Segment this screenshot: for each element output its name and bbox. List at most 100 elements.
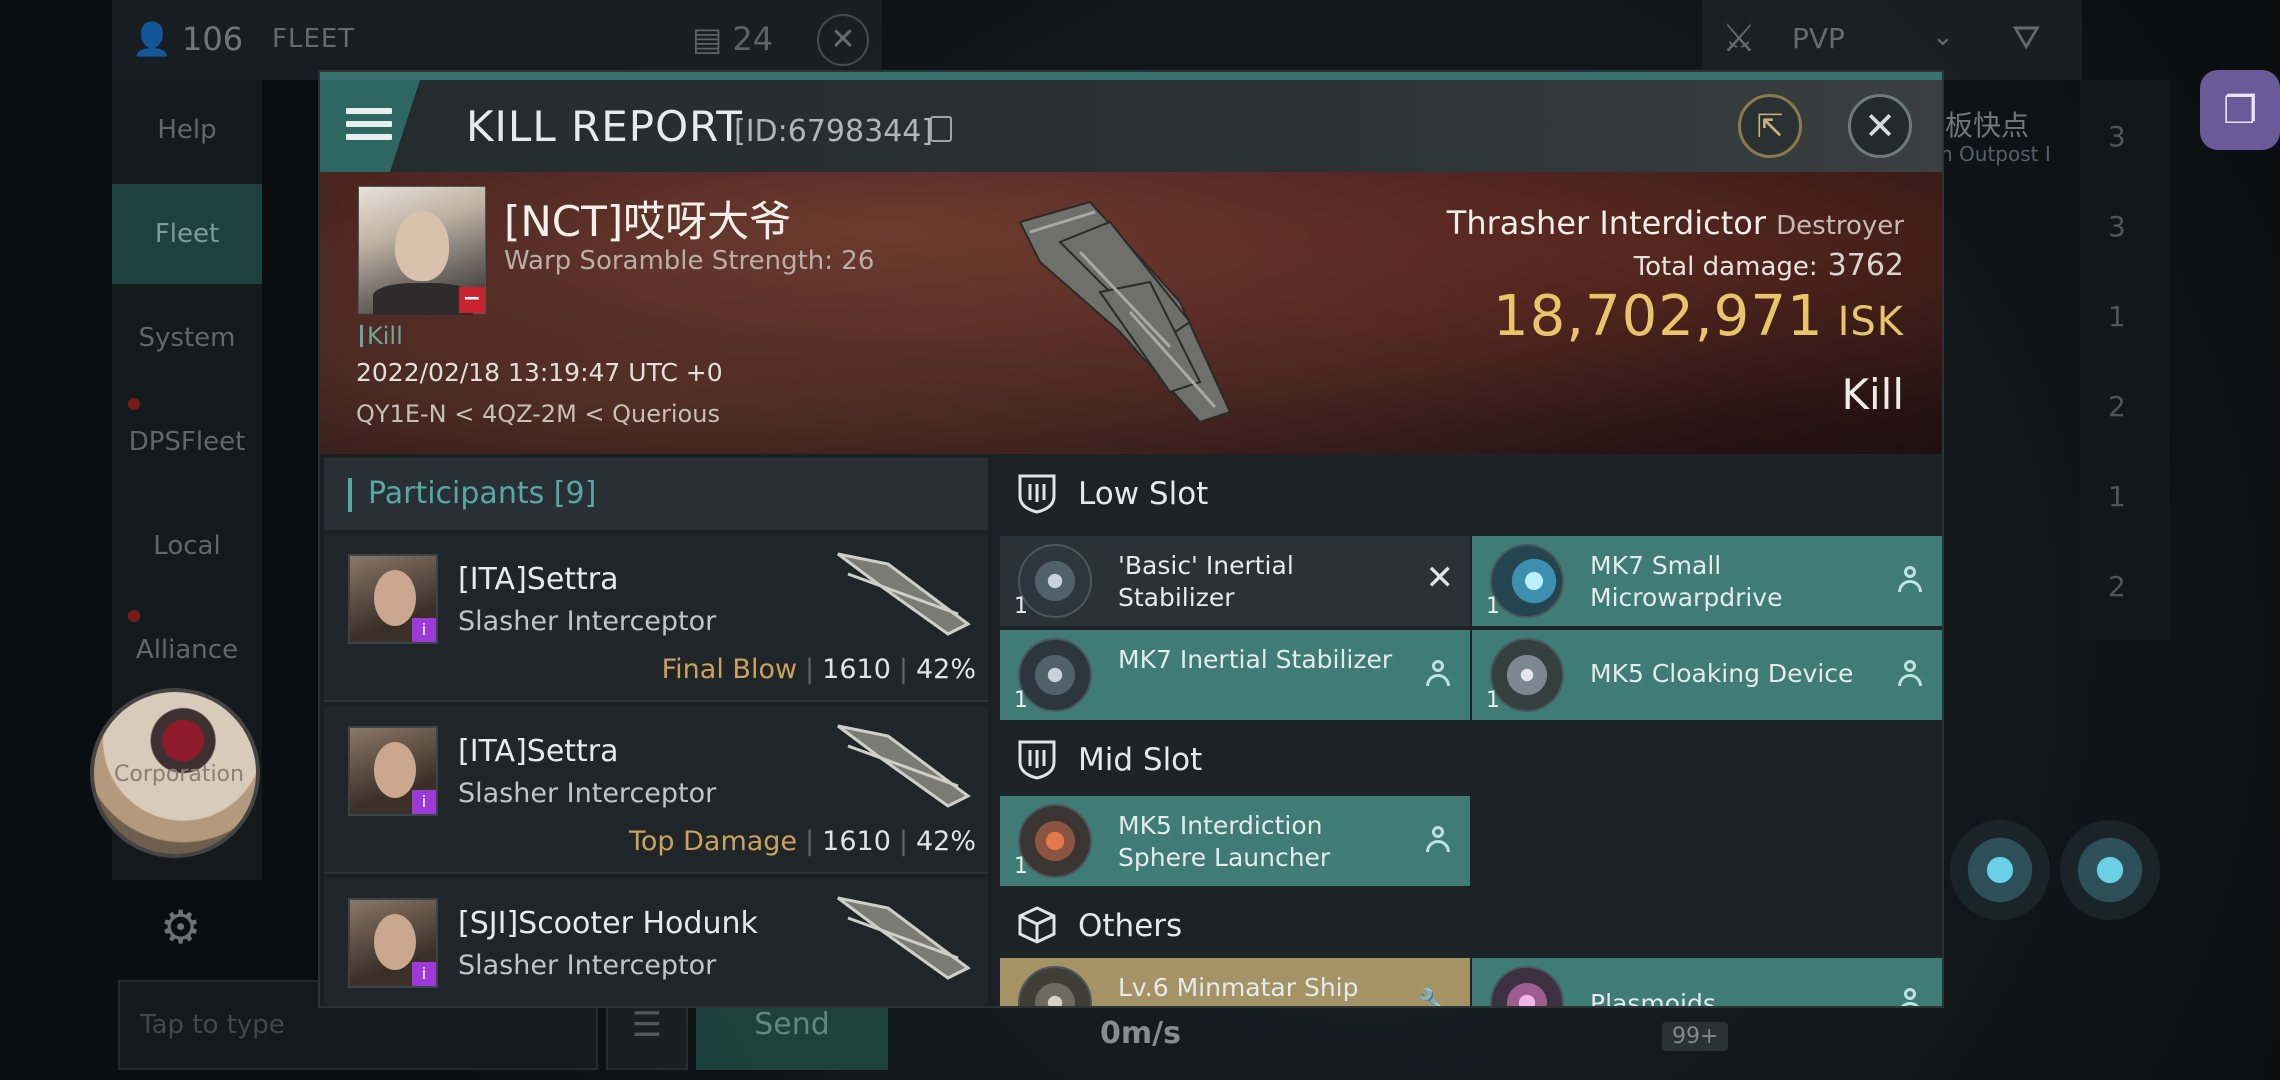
fleet-label: FLEET [272, 24, 356, 54]
ship-class: Destroyer [1776, 211, 1904, 241]
avatar-face [374, 570, 416, 626]
module-name: MK5 Interdiction Sphere Launcher [1118, 811, 1331, 872]
section-low-slot: Low Slot [996, 454, 1942, 532]
dropped-person-icon [1424, 826, 1452, 854]
module-icon [1490, 638, 1564, 712]
dropped-person-icon [1896, 660, 1924, 688]
section-title: Mid Slot [1078, 742, 1203, 778]
pvp-filter-bar[interactable]: ⚔ PVP ⌄ ⛛ [1702, 0, 2082, 80]
participant-row[interactable]: i [ITA]Settra Slasher Interceptor Top Da… [324, 706, 988, 874]
overview-count[interactable]: 1 [2108, 480, 2126, 513]
avatar[interactable]: i [348, 554, 438, 644]
windows-switch-icon[interactable]: ❐ [2200, 70, 2280, 150]
module-item[interactable]: 1 MK7 Small Microwarpdrive [1472, 536, 1942, 626]
module-icon[interactable] [1950, 820, 2050, 920]
station-label: 板快点 [1945, 109, 2030, 142]
overview-count[interactable]: 3 [2108, 210, 2126, 243]
participant-name: [ITA]Settra [458, 562, 619, 597]
module-rack-icons [1950, 810, 2190, 1010]
participant-tag: Final Blow [661, 654, 798, 685]
isk-amount: 18,702,971 [1492, 284, 1824, 349]
sidebar-item-system[interactable]: System [112, 288, 262, 388]
module-name: MK7 Small Microwarpdrive [1590, 551, 1783, 612]
avatar[interactable]: i [348, 898, 438, 988]
close-button[interactable]: ✕ [1848, 94, 1912, 158]
kill-report-modal: KILL REPORT [ID:6798344] ⇱ ✕ − [NCT]哎呀大爷… [318, 70, 1944, 1008]
participant-ship: Slasher Interceptor [458, 606, 717, 637]
shield-icon [1018, 740, 1056, 780]
copy-icon[interactable] [930, 116, 952, 142]
dropped-person-icon [1896, 988, 1924, 1006]
share-icon: ⇱ [1756, 107, 1784, 145]
victim-portrait[interactable]: − [358, 186, 486, 315]
fleet-counter: ▤ 24 [692, 20, 774, 58]
sidebar-item-local[interactable]: Local [112, 496, 262, 596]
wrench-icon: 🔧 [1417, 988, 1450, 1008]
shield-icon [1018, 474, 1056, 514]
share-button[interactable]: ⇱ [1738, 94, 1802, 158]
overview-count[interactable]: 3 [2108, 120, 2126, 153]
module-item[interactable]: Lv.6 Minmatar Ship 🔧 [1000, 958, 1470, 1008]
module-item[interactable]: 1 'Basic' Inertial Stabilizer ✕ [1000, 536, 1470, 626]
avatar-face [374, 914, 416, 970]
participant-ship: Slasher Interceptor [458, 778, 717, 809]
modal-titlebar: KILL REPORT [ID:6798344] ⇱ ✕ [320, 80, 1942, 172]
corporation-avatar[interactable]: Corporation [90, 688, 260, 858]
module-item[interactable]: 1 MK5 Interdiction Sphere Launcher [1000, 796, 1470, 886]
report-id: [ID:6798344] [734, 114, 934, 149]
dropped-person-icon [1896, 566, 1924, 594]
overview-column: 3 3 1 2 1 2 [2080, 80, 2170, 640]
sidebar-item-alliance[interactable]: Alliance [112, 600, 262, 700]
module-item[interactable]: 1 MK5 Cloaking Device [1472, 630, 1942, 720]
kill-result: Kill [1841, 370, 1904, 419]
module-name: Plasmoids [1590, 989, 1716, 1008]
menu-button[interactable] [320, 80, 420, 172]
section-mid-slot: Mid Slot [996, 720, 1942, 798]
participant-tag: Top Damage [628, 826, 798, 857]
crew-count: 👤 106 [132, 20, 244, 58]
module-name: Lv.6 Minmatar Ship [1118, 973, 1359, 1002]
module-icon [1018, 638, 1092, 712]
sidebar-item-help[interactable]: Help [112, 80, 262, 180]
module-icon[interactable] [2060, 820, 2160, 920]
corporation-label: Corporation [114, 762, 244, 787]
victim-name[interactable]: [NCT]哎呀大爷 [504, 188, 791, 249]
avatar[interactable]: i [348, 726, 438, 816]
module-item[interactable]: Plasmoids [1472, 958, 1942, 1008]
ship-name-label: Thrasher Interdictor [1446, 204, 1766, 242]
module-qty: 1 [1486, 594, 1500, 619]
module-icon [1018, 544, 1092, 618]
participant-stats: Final Blow | 1610 | 42% [661, 654, 976, 685]
fleet-close-icon[interactable]: ✕ [817, 14, 869, 66]
module-name: MK7 Inertial Stabilizer [1118, 645, 1393, 674]
participant-row[interactable]: i [SJI]Scooter Hodunk Slasher Intercepto… [324, 878, 988, 1006]
module-icon [1490, 544, 1564, 618]
participants-panel: Participants [9] i [ITA]Settra Slasher I… [320, 454, 992, 1006]
ship-name[interactable]: Thrasher Interdictor Destroyer [1447, 204, 1904, 242]
participant-row[interactable]: i [ITA]Settra Slasher Interceptor Final … [324, 534, 988, 702]
kill-location[interactable]: QY1E-N < 4QZ-2M < Querious [356, 400, 720, 428]
sidebar-item-dpsfleet[interactable]: DPSFleet [112, 392, 262, 492]
station-sub-label: n Outpost I [1940, 142, 2051, 166]
fleet-header-bar: 👤 106 FLEET ▤ 24 ✕ [112, 0, 882, 80]
filter-icon[interactable]: ⛛ [2012, 18, 2041, 58]
module-item[interactable]: 1 MK7 Inertial Stabilizer [1000, 630, 1470, 720]
overview-count[interactable]: 2 [2108, 570, 2126, 603]
speed-readout: 0m/s [1100, 1016, 1181, 1051]
participant-damage: 1610 [822, 826, 891, 857]
overview-count[interactable]: 2 [2108, 390, 2126, 423]
alliance-badge-icon: i [412, 618, 436, 642]
game-screen: 👤 106 FLEET ▤ 24 ✕ ⚔ PVP ⌄ ⛛ 板快点 n Outpo… [0, 0, 2280, 1080]
participants-header: Participants [9] [324, 458, 988, 530]
isk-unit: ISK [1837, 299, 1904, 345]
overview-count[interactable]: 1 [2108, 300, 2126, 333]
victim-summary: − [NCT]哎呀大爷 Warp Soramble Strength: 26 K… [320, 172, 1942, 454]
chevron-down-icon[interactable]: ⌄ [1932, 22, 1954, 52]
kill-tag: Kill [360, 322, 403, 350]
participant-ship-icon [837, 552, 971, 636]
modal-accent-line [320, 72, 1942, 80]
participants-count: [9] [553, 476, 597, 511]
sidebar-item-fleet[interactable]: Fleet [112, 184, 262, 284]
gear-icon[interactable]: ⚙ [160, 900, 201, 954]
modal-title: KILL REPORT [466, 102, 743, 151]
